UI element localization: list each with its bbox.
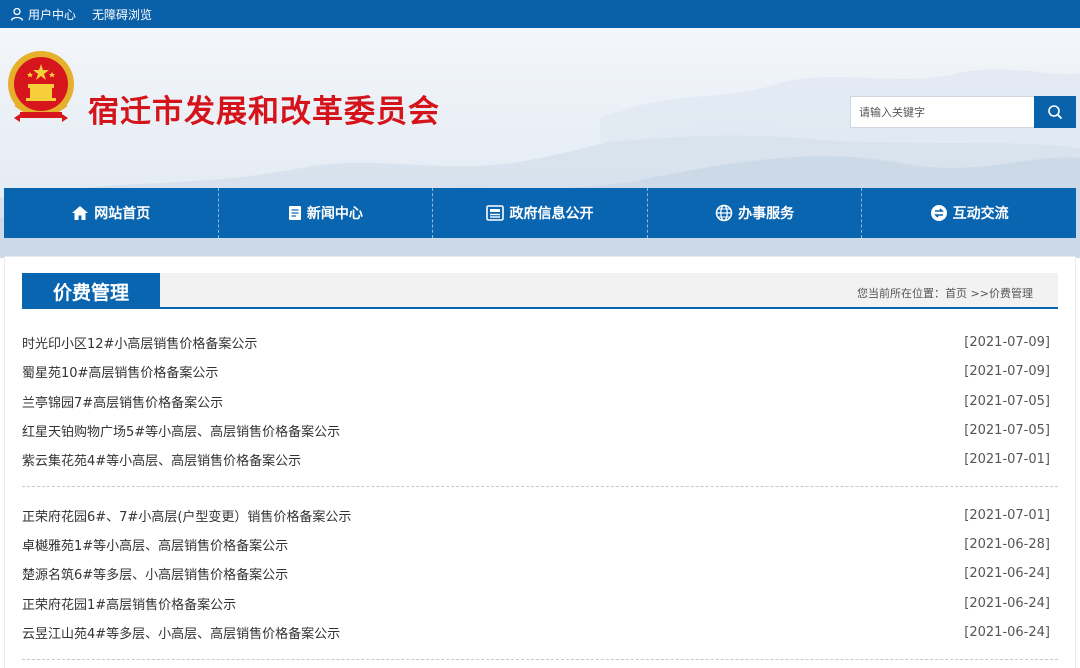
list-item[interactable]: 兰亭锦园7#高层销售价格备案公示 [2021-07-05] (22, 387, 1050, 416)
nav-label-home: 网站首页 (94, 206, 151, 222)
national-emblem-logo (8, 51, 74, 122)
list-item[interactable]: 云昱江山苑4#等多层、小高层、高层销售价格备案公示 [2021-06-24] (22, 618, 1050, 647)
list-item-date: [2021-06-24] (964, 624, 1050, 640)
site-title: 宿迁市发展和改革委员会 (88, 94, 440, 130)
newspaper-icon (486, 205, 505, 221)
nav-item-home[interactable]: 网站首页 (4, 188, 219, 238)
search-button[interactable] (1034, 96, 1076, 128)
list-item-title[interactable]: 楚源名筑6#等多层、小高层销售价格备案公示 (22, 564, 288, 583)
search-box (850, 96, 1076, 128)
search-input[interactable] (850, 96, 1034, 128)
list-item-date: [2021-06-24] (964, 595, 1050, 611)
home-icon (72, 206, 89, 220)
list-item[interactable]: 楚源名筑6#等多层、小高层销售价格备案公示 [2021-06-24] (22, 559, 1050, 588)
exchange-icon (930, 205, 947, 221)
list-item-date: [2021-07-05] (964, 393, 1050, 409)
list-item-date: [2021-06-28] (964, 536, 1050, 552)
breadcrumb: 您当前所在位置：首页 >>价费管理 (857, 285, 1033, 301)
nav-label-services: 办事服务 (738, 206, 795, 222)
list-item-date: [2021-07-09] (964, 335, 1050, 351)
nav-label-gov-info: 政府信息公开 (509, 206, 594, 222)
list-item-title[interactable]: 正荣府花园6#、7#小高层(户型变更）销售价格备案公示 (22, 506, 351, 525)
list-item-date: [2021-07-05] (964, 423, 1050, 439)
list-item[interactable]: 紫云集花苑4#等小高层、高层销售价格备案公示 [2021-07-01] (22, 445, 1050, 474)
list-item[interactable]: 时光印小区12#小高层销售价格备案公示 [2021-07-09] (22, 328, 1050, 357)
document-icon (288, 206, 301, 220)
list-divider (22, 486, 1058, 488)
search-icon (1048, 105, 1063, 120)
nav-item-gov-info[interactable]: 政府信息公开 (433, 188, 648, 238)
list-item-title[interactable]: 正荣府花园1#高层销售价格备案公示 (22, 594, 236, 613)
accessibility-label: 无障碍浏览 (92, 7, 153, 22)
list-item-title[interactable]: 卓樾雅苑1#等小高层、高层销售价格备案公示 (22, 535, 288, 554)
main-nav: 网站首页 新闻中心 政府信息公开 办事服务 互动交流 (4, 188, 1076, 238)
list-item[interactable]: 蜀星苑10#高层销售价格备案公示 [2021-07-09] (22, 357, 1050, 386)
section-title: 价费管理 (22, 273, 160, 309)
list-item-title[interactable]: 蜀星苑10#高层销售价格备案公示 (22, 362, 218, 381)
list-item-title[interactable]: 红星天铂购物广场5#等小高层、高层销售价格备案公示 (22, 421, 340, 440)
list-item-date: [2021-07-01] (964, 507, 1050, 523)
nav-item-interaction[interactable]: 互动交流 (862, 188, 1076, 238)
breadcrumb-home-link[interactable]: 首页 (945, 287, 967, 300)
list-item[interactable]: 正荣府花园6#、7#小高层(户型变更）销售价格备案公示 [2021-07-01] (22, 500, 1050, 529)
top-utility-bar: 用户中心 无障碍浏览 (0, 0, 1080, 28)
breadcrumb-prefix: 您当前所在位置： (857, 287, 946, 300)
list-item-title[interactable]: 云昱江山苑4#等多层、小高层、高层销售价格备案公示 (22, 623, 340, 642)
nav-label-news: 新闻中心 (306, 206, 363, 222)
list-item-title[interactable]: 紫云集花苑4#等小高层、高层销售价格备案公示 (22, 450, 301, 469)
list-item[interactable]: 红星天铂购物广场5#等小高层、高层销售价格备案公示 [2021-07-05] (22, 416, 1050, 445)
list-item-date: [2021-06-24] (964, 566, 1050, 582)
breadcrumb-current[interactable]: 价费管理 (989, 287, 1033, 300)
list-item-date: [2021-07-01] (964, 452, 1050, 468)
list-item[interactable]: 正荣府花园1#高层销售价格备案公示 [2021-06-24] (22, 588, 1050, 617)
list-divider (22, 658, 1058, 660)
breadcrumb-separator: >> (967, 287, 989, 300)
nav-item-services[interactable]: 办事服务 (648, 188, 863, 238)
list-item[interactable]: 卓樾雅苑1#等小高层、高层销售价格备案公示 [2021-06-28] (22, 530, 1050, 559)
accessibility-link[interactable]: 无障碍浏览 (92, 6, 152, 23)
user-center-label: 用户中心 (28, 7, 77, 22)
news-list: 时光印小区12#小高层销售价格备案公示 [2021-07-09] 蜀星苑10#高… (22, 328, 1058, 668)
nav-item-news[interactable]: 新闻中心 (219, 188, 434, 238)
globe-icon (715, 204, 733, 222)
user-icon (10, 7, 24, 21)
list-item-date: [2021-07-09] (964, 364, 1050, 380)
list-item-title[interactable]: 时光印小区12#小高层销售价格备案公示 (22, 333, 257, 352)
user-center-link[interactable]: 用户中心 (10, 6, 76, 23)
nav-label-interaction: 互动交流 (952, 206, 1009, 222)
list-item-title[interactable]: 兰亭锦园7#高层销售价格备案公示 (22, 392, 223, 411)
